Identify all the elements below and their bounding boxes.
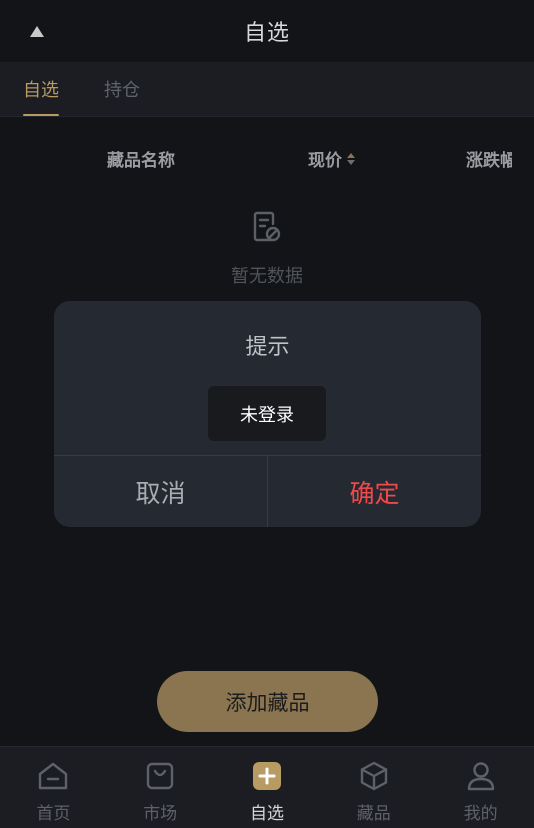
column-header-price[interactable]: 现价 bbox=[308, 146, 355, 171]
nav-item-watchlist[interactable]: 自选 bbox=[214, 747, 321, 828]
nav-item-market[interactable]: 市场 bbox=[107, 747, 214, 828]
nav-label-home: 首页 bbox=[36, 804, 71, 824]
market-bag-icon bbox=[143, 759, 177, 793]
page-title: 自选 bbox=[243, 21, 290, 46]
no-data-document-icon bbox=[251, 210, 283, 244]
nav-item-collection[interactable]: 藏品 bbox=[320, 747, 427, 828]
tab-holdings[interactable]: 持仓 bbox=[104, 76, 140, 102]
top-header: 自选 bbox=[0, 0, 534, 62]
add-collectible-button[interactable]: 添加藏品 bbox=[157, 671, 378, 732]
nav-item-home[interactable]: 首页 bbox=[0, 747, 107, 828]
plus-square-icon bbox=[250, 759, 284, 793]
nav-label-collection: 藏品 bbox=[356, 804, 391, 824]
column-header-name: 藏品名称 bbox=[107, 151, 175, 171]
nav-item-mine[interactable]: 我的 bbox=[427, 747, 534, 828]
home-icon bbox=[36, 759, 70, 793]
toast-message: 未登录 bbox=[208, 386, 326, 441]
empty-state: 暂无数据 bbox=[0, 210, 534, 288]
nav-label-mine: 我的 bbox=[463, 804, 498, 824]
cube-icon bbox=[357, 759, 391, 793]
bottom-nav: 首页 市场 自选 藏品 我的 bbox=[0, 746, 534, 828]
nav-label-market: 市场 bbox=[143, 804, 178, 824]
column-header-price-label: 现价 bbox=[308, 151, 342, 171]
user-icon bbox=[464, 759, 498, 793]
collapse-triangle-icon[interactable] bbox=[26, 22, 48, 40]
tab-bar: 自选 持仓 bbox=[0, 62, 534, 117]
confirm-button[interactable]: 确定 bbox=[268, 456, 481, 527]
cancel-button[interactable]: 取消 bbox=[54, 456, 268, 527]
sort-icon[interactable] bbox=[347, 152, 355, 165]
dialog-buttons: 取消 确定 bbox=[54, 455, 481, 527]
tab-watchlist[interactable]: 自选 bbox=[23, 76, 59, 116]
empty-state-text: 暂无数据 bbox=[231, 266, 303, 287]
nav-label-watchlist: 自选 bbox=[249, 804, 284, 824]
table-header: 藏品名称 现价 涨跌幅 bbox=[0, 140, 534, 176]
column-header-change[interactable]: 涨跌幅 bbox=[466, 146, 512, 171]
dialog-title: 提示 bbox=[245, 335, 290, 360]
watchlist-page: 自选 自选 持仓 藏品名称 现价 涨跌幅 暂无数据 提示 取消 确定 未登录 添… bbox=[0, 0, 534, 828]
